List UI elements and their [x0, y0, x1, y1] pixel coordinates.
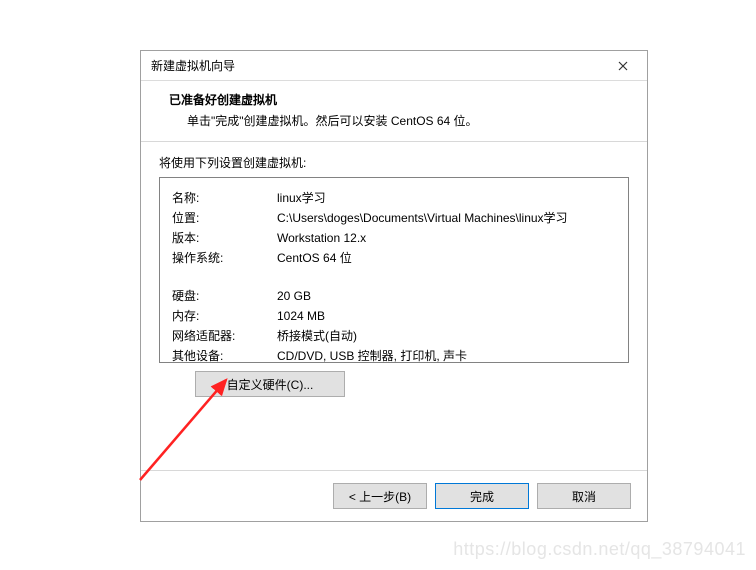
summary-val: CentOS 64 位 [277, 248, 616, 268]
summary-row: 硬盘:20 GB [172, 286, 616, 306]
body-label: 将使用下列设置创建虚拟机: [159, 154, 629, 171]
wizard-footer: < 上一步(B) 完成 取消 [141, 470, 647, 521]
summary-key: 名称: [172, 188, 277, 208]
summary-row: 网络适配器:桥接模式(自动) [172, 326, 616, 346]
summary-val: C:\Users\doges\Documents\Virtual Machine… [277, 208, 616, 228]
dialog-title: 新建虚拟机向导 [151, 57, 607, 74]
finish-button[interactable]: 完成 [435, 483, 529, 509]
summary-key: 位置: [172, 208, 277, 228]
header-desc: 单击"完成"创建虚拟机。然后可以安装 CentOS 64 位。 [169, 112, 631, 129]
summary-key: 硬盘: [172, 286, 277, 306]
new-vm-wizard-dialog: 新建虚拟机向导 已准备好创建虚拟机 单击"完成"创建虚拟机。然后可以安装 Cen… [140, 50, 648, 522]
summary-row: 内存:1024 MB [172, 306, 616, 326]
cancel-button[interactable]: 取消 [537, 483, 631, 509]
back-button[interactable]: < 上一步(B) [333, 483, 427, 509]
summary-val: 桥接模式(自动) [277, 326, 616, 346]
summary-row: 版本:Workstation 12.x [172, 228, 616, 248]
titlebar: 新建虚拟机向导 [141, 51, 647, 81]
summary-row: 操作系统:CentOS 64 位 [172, 248, 616, 268]
summary-val: linux学习 [277, 188, 616, 208]
summary-key: 操作系统: [172, 248, 277, 268]
close-icon[interactable] [607, 54, 639, 78]
summary-val: 20 GB [277, 286, 616, 306]
summary-row: 位置:C:\Users\doges\Documents\Virtual Mach… [172, 208, 616, 228]
wizard-body: 将使用下列设置创建虚拟机: 名称:linux学习 位置:C:\Users\dog… [141, 141, 647, 470]
summary-key: 网络适配器: [172, 326, 277, 346]
customize-hardware-button[interactable]: 自定义硬件(C)... [195, 371, 345, 397]
vm-summary: 名称:linux学习 位置:C:\Users\doges\Documents\V… [159, 177, 629, 363]
header-title: 已准备好创建虚拟机 [169, 91, 631, 108]
summary-key: 版本: [172, 228, 277, 248]
summary-val: Workstation 12.x [277, 228, 616, 248]
summary-val: 1024 MB [277, 306, 616, 326]
watermark: https://blog.csdn.net/qq_38794041 [453, 539, 746, 560]
summary-key: 内存: [172, 306, 277, 326]
wizard-header: 已准备好创建虚拟机 单击"完成"创建虚拟机。然后可以安装 CentOS 64 位… [141, 81, 647, 141]
summary-row: 名称:linux学习 [172, 188, 616, 208]
